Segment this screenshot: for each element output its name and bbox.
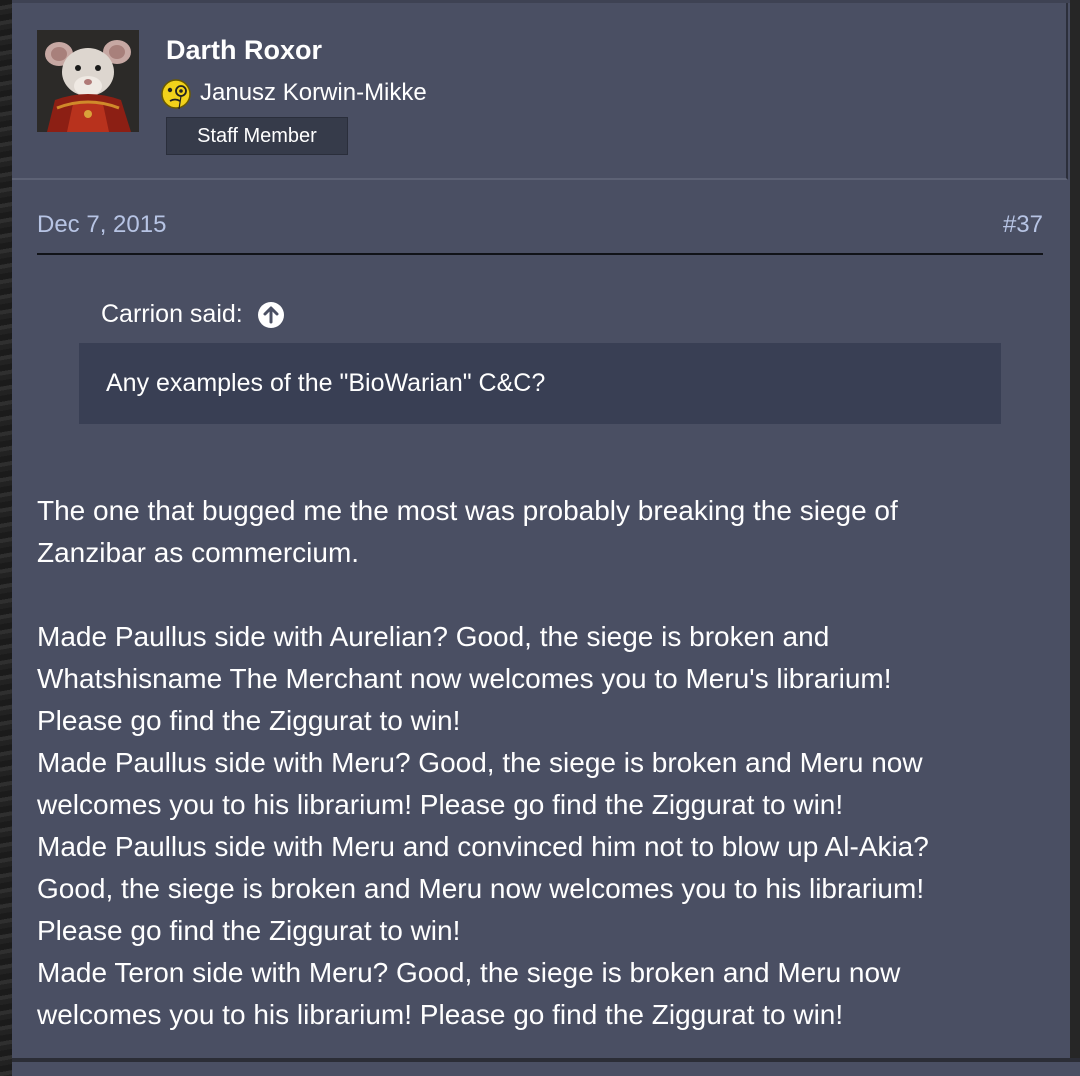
username-link[interactable]: Darth Roxor: [166, 35, 322, 66]
next-post-edge: [12, 1058, 1080, 1076]
quote-block: Any examples of the "BioWarian" C&C?: [79, 343, 1001, 424]
body-line: Made Paullus side with Meru and convince…: [37, 831, 929, 862]
body-line: Made Teron side with Meru? Good, the sie…: [37, 957, 901, 988]
body-line: welcomes you to his librarium! Please go…: [37, 999, 844, 1030]
body-line: The one that bugged me the most was prob…: [37, 495, 898, 526]
post-date-link[interactable]: Dec 7, 2015: [37, 211, 166, 239]
monocle-smiley-icon: [159, 76, 193, 112]
body-line: Made Paullus side with Aurelian? Good, t…: [37, 621, 830, 652]
user-avatar[interactable]: [37, 30, 139, 132]
quote-attribution[interactable]: Carrion said:: [101, 300, 285, 329]
post-permalink[interactable]: #37: [1003, 211, 1043, 239]
body-line: Please go find the Ziggurat to win!: [37, 915, 461, 946]
post-user-header: Darth Roxor Janusz Korwin-Mikke Staff Me…: [12, 3, 1068, 180]
quote-text: Any examples of the "BioWarian" C&C?: [106, 369, 546, 397]
staff-member-badge: Staff Member: [166, 117, 348, 155]
arrow-up-circle-icon[interactable]: [257, 301, 285, 329]
body-line: Made Paullus side with Meru? Good, the s…: [37, 747, 923, 778]
body-line: Good, the siege is broken and Meru now w…: [37, 873, 925, 904]
body-line: Please go find the Ziggurat to win!: [37, 705, 461, 736]
post-meta-bar: Dec 7, 2015 #37: [37, 211, 1043, 255]
page-background-edge: [0, 0, 12, 1076]
body-line: Zanzibar as commercium.: [37, 537, 360, 568]
body-blank-line: [37, 574, 1047, 616]
forum-post: Darth Roxor Janusz Korwin-Mikke Staff Me…: [12, 0, 1070, 1058]
rat-warrior-avatar-icon: [37, 30, 139, 132]
body-line: welcomes you to his librarium! Please go…: [37, 789, 844, 820]
user-title: Janusz Korwin-Mikke: [200, 79, 427, 106]
post-body: The one that bugged me the most was prob…: [37, 490, 1047, 1036]
body-line: Whatshisname The Merchant now welcomes y…: [37, 663, 892, 694]
quote-author-label: Carrion said:: [101, 300, 243, 328]
